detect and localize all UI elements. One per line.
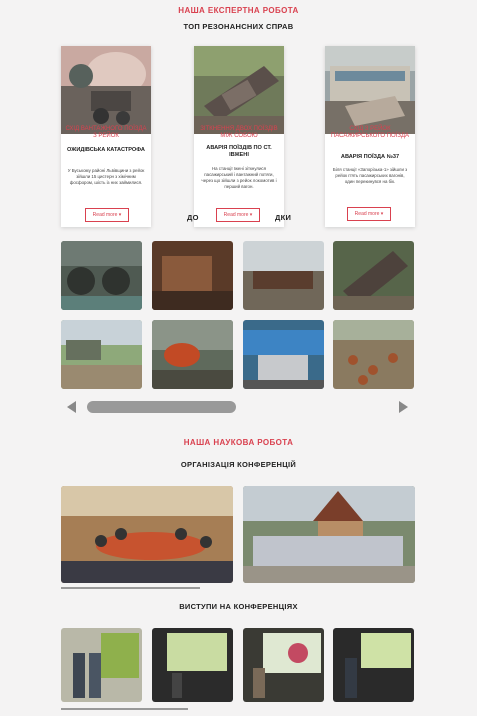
gallery-title-right: ДКИ: [275, 213, 292, 222]
case-text-3: Біля станції «Запорізька-1» зійшли з рей…: [332, 167, 408, 184]
case-title-3: АВАРІЯ ПОЇЗДА №37: [340, 154, 400, 160]
case-category-3: СХІД З РЕЙОК ПАСАЖИРСЬКОГО ПОЇЗДА: [330, 126, 410, 139]
gallery-photo[interactable]: [152, 320, 233, 389]
case-image-3: [325, 46, 415, 134]
case-category-2: ЗІТКНЕННЯ ДВОХ ПОЇЗДІВ МІЖ СОБОЮ: [200, 126, 278, 139]
gallery-photo[interactable]: [61, 241, 142, 310]
talk-photo[interactable]: [333, 628, 414, 702]
gallery-photo[interactable]: [61, 320, 142, 389]
case-category-1: СХІД ВАНТАЖНОГО ПОЇЗДА З РЕЙОК: [65, 126, 147, 139]
read-more-label: Read more: [223, 212, 249, 218]
top-cases-title: ТОП РЕЗОНАНСНИХ СПРАВ: [183, 22, 294, 31]
expert-section-title: НАША ЕКСПЕРТНА РОБОТА: [178, 6, 299, 15]
conference-photo[interactable]: [61, 486, 233, 583]
case-card-1: СХІД ВАНТАЖНОГО ПОЇЗДА З РЕЙОК ОЖИДІВСЬК…: [61, 46, 151, 227]
read-more-label: Read more: [92, 212, 118, 218]
read-more-button-2[interactable]: Read more ▾: [216, 208, 260, 222]
read-more-button-1[interactable]: Read more ▾: [85, 208, 129, 222]
talks-title: ВИСТУПИ НА КОНФЕРЕНЦІЯХ: [179, 602, 298, 611]
gallery-next-arrow-icon[interactable]: [399, 401, 408, 413]
gallery-photo[interactable]: [152, 241, 233, 310]
read-more-label: Read more: [354, 211, 380, 217]
science-section-title: НАША НАУКОВА РОБОТА: [183, 438, 294, 447]
gallery-scrollbar[interactable]: [87, 401, 236, 413]
case-text-2: На станції Іжені зіткнулися пасажирський…: [201, 166, 277, 189]
talk-photo[interactable]: [243, 628, 324, 702]
gallery-photo[interactable]: [333, 241, 414, 310]
gallery-title-left: ДО: [187, 213, 199, 222]
talks-scrollbar[interactable]: [61, 708, 188, 710]
gallery-photo[interactable]: [243, 241, 324, 310]
case-image-2: [194, 46, 284, 134]
case-card-3: СХІД З РЕЙОК ПАСАЖИРСЬКОГО ПОЇЗДА АВАРІЯ…: [325, 46, 415, 227]
case-title-2: АВАРІЯ ПОЇЗДІВ ПО СТ. ІВЖЕНІ: [206, 145, 272, 158]
conferences-title: ОРГАНІЗАЦІЯ КОНФЕРЕНЦІЙ: [180, 460, 297, 469]
conference-photo[interactable]: [243, 486, 415, 583]
case-text-1: У Буському районі Львівщини з рейок зійш…: [67, 168, 145, 185]
case-image-1: [61, 46, 151, 134]
gallery-prev-arrow-icon[interactable]: [67, 401, 76, 413]
conference-scrollbar[interactable]: [61, 587, 200, 589]
gallery-photo[interactable]: [333, 320, 414, 389]
gallery-photo[interactable]: [243, 320, 324, 389]
case-title-1: ОЖИДІВСЬКА КАТАСТРОФА: [67, 147, 145, 153]
talk-photo[interactable]: [61, 628, 142, 702]
case-card-2: ЗІТКНЕННЯ ДВОХ ПОЇЗДІВ МІЖ СОБОЮ АВАРІЯ …: [194, 46, 284, 227]
talk-photo[interactable]: [152, 628, 233, 702]
read-more-button-3[interactable]: Read more ▾: [347, 207, 391, 221]
